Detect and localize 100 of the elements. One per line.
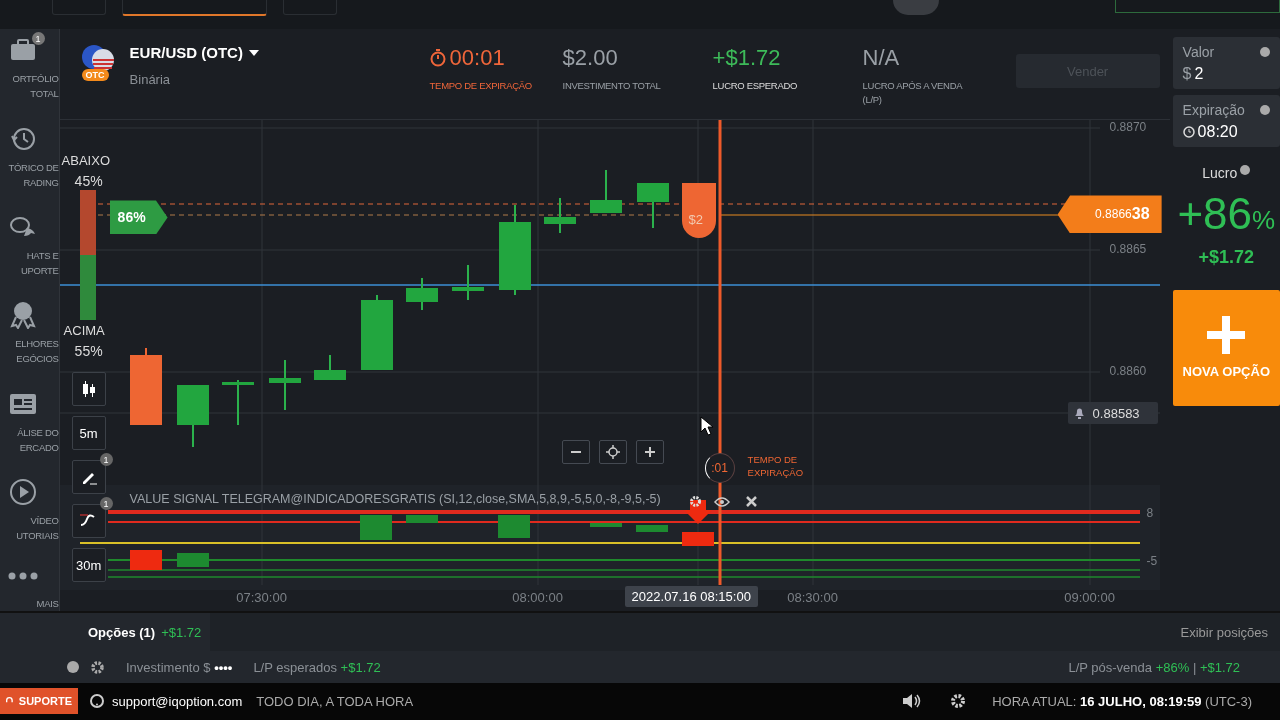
otc-badge: OTC (81, 69, 109, 82)
up-label: ACIMA (63, 323, 105, 339)
support-email-link[interactable]: support@iqoption.com (112, 693, 243, 709)
expected-profit-summary: L/P esperados +$1.72 (253, 659, 381, 675)
time-tick: 09:00:00 (1063, 590, 1116, 606)
show-positions-link[interactable]: Exibir posições (1180, 624, 1268, 640)
candle (268, 359, 301, 412)
post-sale-summary: L/P pós-venda +86% | +$1.72 (1068, 659, 1240, 675)
header-field[interactable] (1114, 0, 1280, 13)
candle (176, 384, 209, 449)
count-badge: 1 (31, 32, 45, 46)
stat-label: INVESTIMENTO TOTAL (562, 79, 662, 94)
asset-selector[interactable]: EUR/USD (OTC) (129, 44, 259, 62)
candle (221, 379, 254, 427)
crosshair-icon (605, 445, 620, 460)
zoom-out-button[interactable] (561, 440, 590, 465)
sidebar-item[interactable]: VÍDEO UTORIAIS (0, 477, 59, 558)
active-tab[interactable] (121, 0, 267, 16)
stat-label: LUCRO ESPERADO (712, 79, 799, 94)
newspaper-icon (8, 392, 37, 415)
candle (451, 264, 484, 302)
sidebar-item[interactable]: ÁLISE DO ERCADO (0, 388, 59, 470)
stat-value: N/A (862, 45, 901, 72)
price-alert[interactable]: 0.88583 (1067, 402, 1158, 425)
count-badge: 1 (99, 453, 113, 467)
chart-tool-button[interactable] (71, 504, 106, 539)
settings-icon[interactable] (950, 693, 967, 710)
minus-icon (570, 451, 581, 454)
payout-tag: 86% (109, 200, 168, 235)
award-icon (9, 301, 36, 330)
history-icon (9, 125, 36, 152)
indicator-bar (359, 515, 392, 541)
sidebar-item[interactable]: HATS E UPORTE (0, 212, 59, 293)
sidebar-item[interactable]: ELHORES EGÓCIOS (0, 300, 59, 381)
stat-value: +$1.72 (712, 45, 782, 72)
down-label: ABAIXO (61, 153, 110, 169)
indicator-bar (589, 523, 622, 528)
current-time: HORA ATUAL: 16 JULHO, 08:19:59 (UTC-3) (992, 693, 1252, 709)
support-hours: TODO DIA, A TODA HORA (256, 693, 414, 709)
plus-icon (1207, 315, 1246, 354)
trade-amount: $2 (688, 212, 704, 228)
candle (313, 354, 346, 382)
indicator-tick: -5 (1146, 554, 1158, 569)
more-icon (7, 571, 38, 580)
trade-candle (681, 183, 716, 239)
up-percent: 55% (74, 343, 103, 360)
chart-tool-button[interactable]: 5m (71, 416, 106, 451)
stat-value: $2.00 (562, 45, 619, 72)
expiry-countdown: :01 (704, 453, 735, 484)
price-tick: 0.8870 (1109, 120, 1147, 135)
amount-field[interactable]: Valor $ 2 (1172, 37, 1280, 90)
time-tick: 08:30:00 (786, 590, 839, 606)
indicator-bar (635, 525, 668, 533)
close-icon[interactable] (745, 496, 757, 508)
chart-tool-button[interactable] (71, 460, 106, 495)
signal-arrow-icon (683, 500, 712, 525)
cursor-icon (699, 416, 714, 437)
speaker-icon[interactable] (902, 693, 923, 710)
eye-icon[interactable] (713, 497, 730, 508)
indicator-bar (129, 550, 162, 571)
stat-value: 00:01 (429, 45, 563, 72)
sidebar-item[interactable]: 1 ORTFÓLIO TOTAL (0, 35, 59, 116)
chart-tool-button[interactable] (71, 372, 106, 407)
clock-icon (1182, 126, 1195, 139)
sidebar-item[interactable]: TÓRICO DE RADING (0, 123, 59, 205)
support-button[interactable]: SUPORTE (0, 688, 78, 715)
stopwatch-icon (429, 49, 446, 68)
profit-label: Lucro (1202, 165, 1238, 182)
center-button[interactable] (598, 440, 627, 465)
time-tick: 08:00:00 (511, 590, 564, 606)
price-tick: 0.8865 (1109, 242, 1147, 257)
chart-tool-button[interactable]: 30m (71, 548, 106, 583)
cursor-time: 2022.07.16 08:15:00 (624, 586, 758, 608)
options-tab[interactable]: Opções (1) +$1.72 (60, 613, 210, 652)
stat-label: LUCRO APÓS A VENDA (L/P) (862, 79, 964, 108)
current-price-tag: 0.886638 (1057, 195, 1162, 234)
indicator-tick: 8 (1146, 506, 1154, 521)
sidebar-item[interactable]: MAIS (0, 561, 59, 612)
indicator-label: VALUE SIGNAL TELEGRAM@INDICADORESGRATIS (SI,12,close,SMA,5,8,9,-5,5,0,-8,-9,5,-5) (129, 492, 661, 507)
price-tick: 0.8860 (1109, 364, 1147, 379)
candle (405, 277, 438, 312)
bell-icon (1073, 407, 1085, 420)
zoom-in-button[interactable] (635, 440, 664, 465)
indicator-bar (405, 515, 438, 524)
settings-icon[interactable] (90, 659, 105, 675)
candles-icon (80, 381, 97, 398)
briefcase-icon (9, 39, 36, 62)
profit-percent: +86% (1176, 189, 1277, 240)
plus-icon (644, 447, 655, 458)
expiry-label: TEMPO DE EXPIRAÇÃO (747, 453, 805, 480)
candle (636, 182, 669, 230)
indicator-bar (176, 553, 209, 568)
play-icon (8, 478, 37, 507)
stat-label: TEMPO DE EXPIRAÇÃO (429, 79, 533, 94)
option-type: Binária (129, 72, 172, 88)
caret-icon (248, 49, 259, 56)
indicator-bar (497, 515, 530, 539)
down-percent: 45% (74, 173, 103, 190)
candle (543, 197, 576, 235)
expiry-field[interactable]: Expiração 08:20 (1172, 95, 1280, 148)
